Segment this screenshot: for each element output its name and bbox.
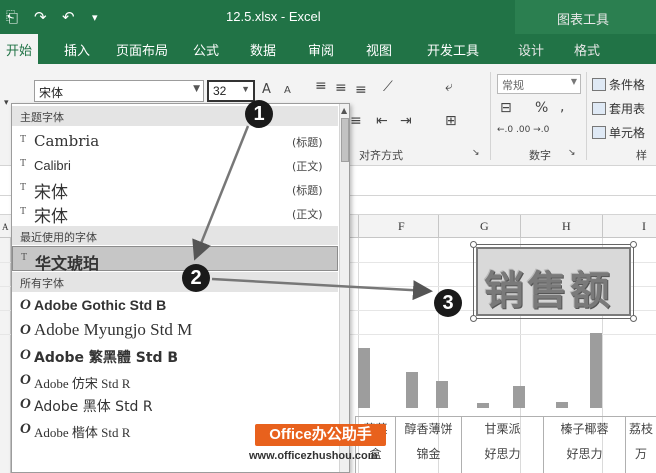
- callout-arrows: [192, 125, 433, 301]
- watermark-url: www.officezhushou.com: [249, 450, 378, 462]
- arrow-to-chart-title: [211, 277, 433, 301]
- callout-marker-2: 2: [182, 264, 210, 292]
- watermark-brand: Office办公助手: [255, 424, 386, 446]
- callout-marker-1: 1: [245, 100, 273, 128]
- callout-marker-3: 3: [434, 289, 462, 317]
- arrow-to-recent-font: [192, 125, 250, 261]
